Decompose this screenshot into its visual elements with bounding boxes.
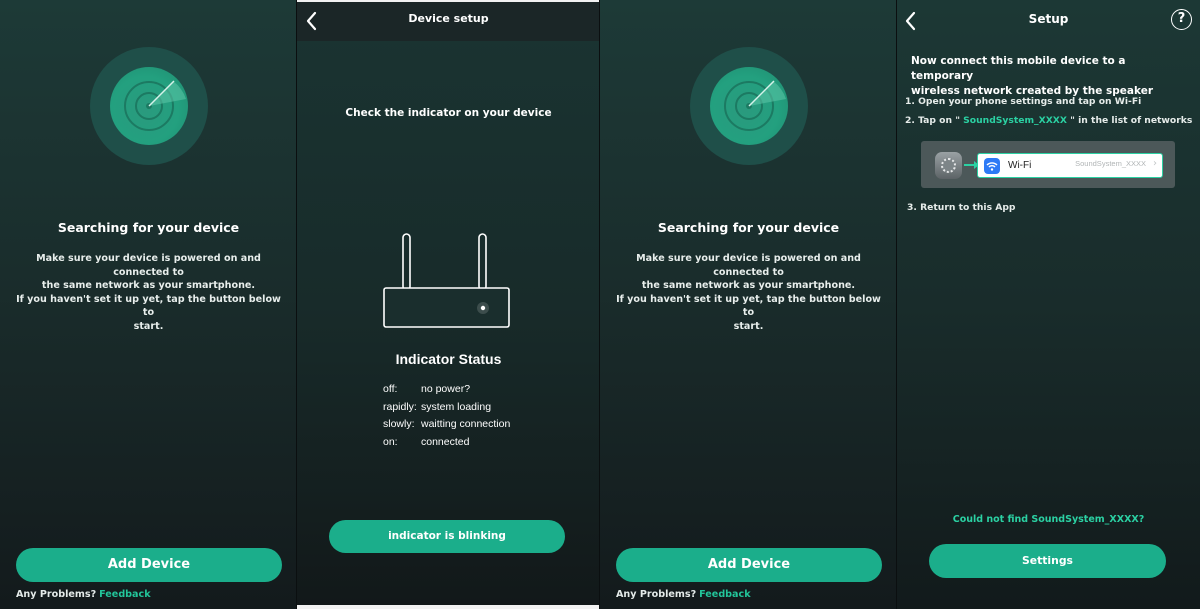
- connect-instructions-title: Now connect this mobile device to a temp…: [911, 55, 1154, 97]
- wifi-label: Wi-Fi: [1008, 160, 1032, 171]
- setup-screen: Setup ? Now connect this mobile device t…: [897, 0, 1200, 609]
- step-3: 3. Return to this App: [907, 202, 1016, 213]
- router-icon: [383, 233, 510, 328]
- bottom-edge: [297, 605, 600, 609]
- wifi-row: Wi-Fi SoundSystem_XXXX ›: [977, 153, 1163, 178]
- settings-button[interactable]: Settings: [929, 544, 1166, 578]
- chevron-right-icon: ›: [1153, 158, 1157, 169]
- radar-icon: [90, 47, 208, 165]
- header-title: Setup: [1028, 12, 1069, 26]
- feedback-link[interactable]: Feedback: [699, 589, 750, 600]
- problems-line: Any Problems? Feedback: [616, 589, 751, 600]
- list-item: rapidly: system loading: [383, 400, 492, 413]
- step-2: 2. Tap on " SoundSystem_XXXX " in the li…: [905, 115, 1193, 126]
- check-indicator-text: Check the indicator on your device: [345, 107, 552, 119]
- problems-line: Any Problems? Feedback: [16, 589, 151, 600]
- help-icon[interactable]: ?: [1171, 9, 1192, 30]
- indicator-status-list: off: no power? rapidly: system loading slo…: [383, 383, 510, 453]
- add-device-button[interactable]: Add Device: [616, 548, 882, 582]
- could-not-find-link[interactable]: Could not find SoundSystem_XXXX?: [897, 514, 1200, 525]
- header-title: Device setup: [408, 12, 489, 25]
- wifi-icon: [984, 158, 1000, 174]
- wifi-ssid: SoundSystem_XXXX: [1075, 159, 1146, 168]
- feedback-link[interactable]: Feedback: [99, 589, 150, 600]
- settings-app-icon: [935, 152, 962, 179]
- list-item: off: no power?: [383, 383, 471, 395]
- wifi-settings-illustration: Wi-Fi SoundSystem_XXXX ›: [921, 141, 1175, 188]
- indicator-status-title: Indicator Status: [395, 351, 502, 367]
- device-setup-screen: Device setup Check the indicator on your…: [297, 0, 600, 609]
- radar-icon: [690, 47, 808, 165]
- search-description: Make sure your device is powered on and …: [16, 253, 281, 332]
- search-screen-2: Searching for your device Make sure your…: [600, 0, 897, 609]
- search-title: Searching for your device: [57, 220, 240, 235]
- problems-label: Any Problems?: [616, 589, 697, 600]
- step-1: 1. Open your phone settings and tap on W…: [905, 96, 1142, 107]
- search-description: Make sure your device is powered on and …: [616, 253, 881, 332]
- problems-label: Any Problems?: [16, 589, 97, 600]
- search-title: Searching for your device: [657, 220, 840, 235]
- add-device-button[interactable]: Add Device: [16, 548, 282, 582]
- header-bar: Device setup: [297, 2, 600, 41]
- list-item: slowly: waitting connection: [383, 418, 511, 430]
- list-item: on: connected: [383, 435, 470, 448]
- indicator-blinking-button[interactable]: indicator is blinking: [329, 520, 565, 553]
- search-screen-1: Searching for your device Make sure your…: [0, 0, 297, 609]
